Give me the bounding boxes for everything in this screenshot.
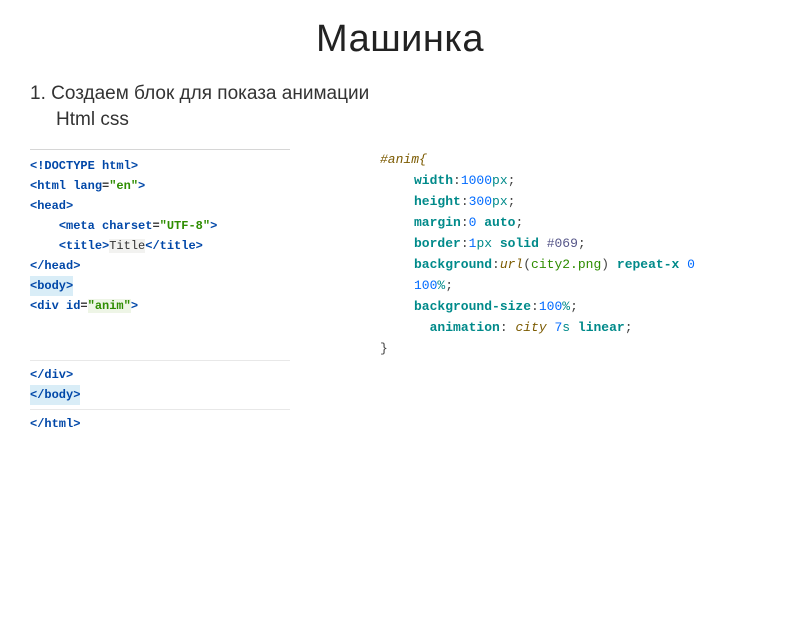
code-line: <html lang="en"> [30, 176, 290, 196]
code-line: </body> [30, 385, 290, 405]
subtitle-line-1: 1. Создаем блок для показа анимации [30, 83, 800, 105]
code-line: </html> [30, 414, 290, 434]
code-line: <meta charset="UTF-8"> [30, 216, 290, 236]
code-line: width:1000px; [380, 170, 740, 191]
code-line: <title>Title</title> [30, 236, 290, 256]
code-line: height:300px; [380, 191, 740, 212]
code-line: background:url(city2.png) repeat-x 0 100… [380, 254, 740, 296]
slide-title: Машинка [0, 18, 800, 61]
code-line: <!DOCTYPE html> [30, 156, 290, 176]
code-line: } [380, 338, 740, 359]
code-line: </div> [30, 365, 290, 385]
code-line: border:1px solid #069; [380, 233, 740, 254]
code-line: animation: city 7s linear; [380, 317, 740, 338]
code-line: <div id="anim"> [30, 296, 290, 316]
slide-subtitle: 1. Создаем блок для показа анимации Html… [30, 83, 800, 131]
code-line: margin:0 auto; [380, 212, 740, 233]
css-code-panel: #anim{ width:1000px; height:300px; margi… [380, 149, 740, 434]
code-line: </head> [30, 256, 290, 276]
code-line: #anim{ [380, 149, 740, 170]
subtitle-line-2: Html css [56, 109, 800, 131]
code-line: <head> [30, 196, 290, 216]
code-line: background-size:100%; [380, 296, 740, 317]
code-line: <body> [30, 276, 290, 296]
html-code-panel: <!DOCTYPE html> <html lang="en"> <head> … [30, 149, 290, 434]
